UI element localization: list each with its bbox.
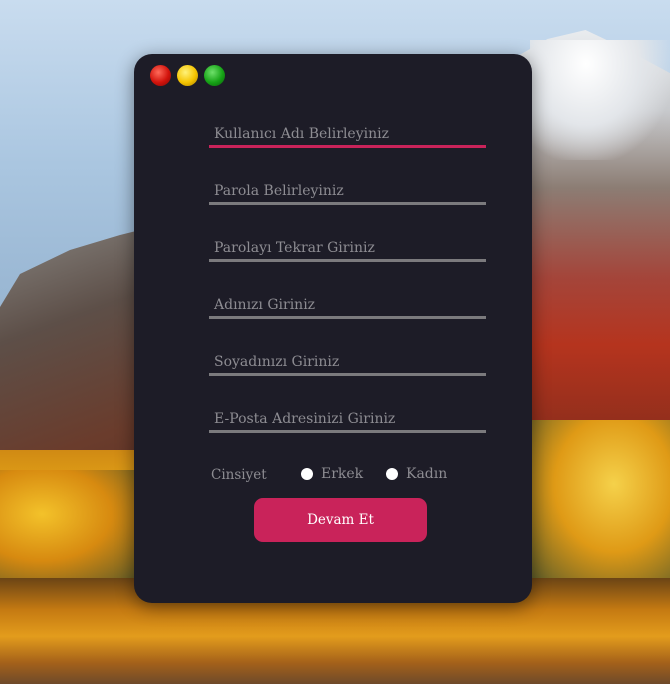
gender-option-male[interactable]: Erkek xyxy=(301,466,363,482)
close-icon[interactable] xyxy=(150,65,171,86)
password-input[interactable]: Parola Belirleyiniz xyxy=(209,177,486,205)
gender-option-female[interactable]: Kadın xyxy=(386,466,447,482)
wallpaper-snow xyxy=(530,40,670,160)
radio-button-icon[interactable] xyxy=(301,468,313,480)
registration-window: Kullanıcı Adı Belirleyiniz Parola Belirl… xyxy=(134,54,532,603)
last-name-input[interactable]: Soyadınızı Giriniz xyxy=(209,348,486,376)
gender-option-label: Erkek xyxy=(321,466,364,482)
wallpaper-trees-left xyxy=(0,470,140,580)
gender-label: Cinsiyet xyxy=(211,467,267,483)
wallpaper-trees-right xyxy=(530,420,670,580)
maximize-icon[interactable] xyxy=(204,65,225,86)
email-input[interactable]: E-Posta Adresinizi Giriniz xyxy=(209,405,486,433)
username-input[interactable]: Kullanıcı Adı Belirleyiniz xyxy=(209,120,486,148)
continue-button[interactable]: Devam Et xyxy=(254,498,427,542)
gender-option-label: Kadın xyxy=(406,466,448,482)
radio-button-icon[interactable] xyxy=(386,468,398,480)
window-controls xyxy=(150,65,225,86)
first-name-input[interactable]: Adınızı Giriniz xyxy=(209,291,486,319)
password-confirm-input[interactable]: Parolayı Tekrar Giriniz xyxy=(209,234,486,262)
minimize-icon[interactable] xyxy=(177,65,198,86)
